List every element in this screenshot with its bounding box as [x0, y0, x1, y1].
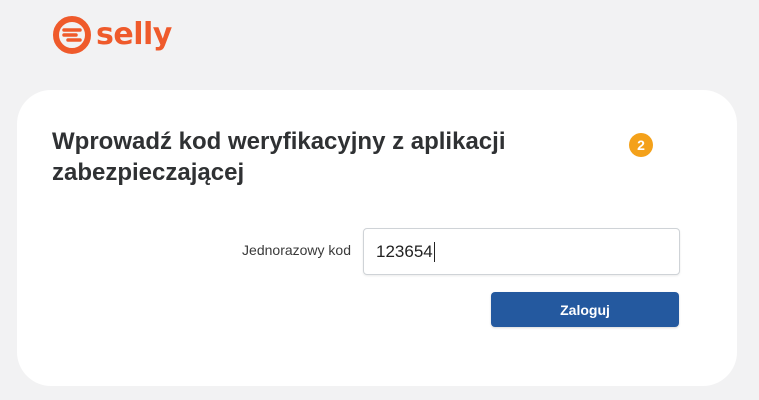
- one-time-code-input[interactable]: 123654: [363, 228, 680, 275]
- selly-logo[interactable]: selly: [52, 14, 172, 56]
- selly-logo-icon: [53, 16, 91, 54]
- text-caret: [433, 241, 435, 262]
- one-time-code-label: Jednorazowy kod: [242, 242, 351, 258]
- brand-name: selly: [96, 17, 172, 52]
- one-time-code-value: 123654: [376, 241, 433, 261]
- page-title: Wprowadź kod weryfikacyjny z aplikacji z…: [52, 128, 506, 186]
- header: selly: [0, 0, 759, 80]
- login-button[interactable]: Zaloguj: [491, 292, 679, 327]
- step-badge: 2: [629, 133, 653, 157]
- verification-card: Wprowadź kod weryfikacyjny z aplikacji z…: [17, 90, 737, 386]
